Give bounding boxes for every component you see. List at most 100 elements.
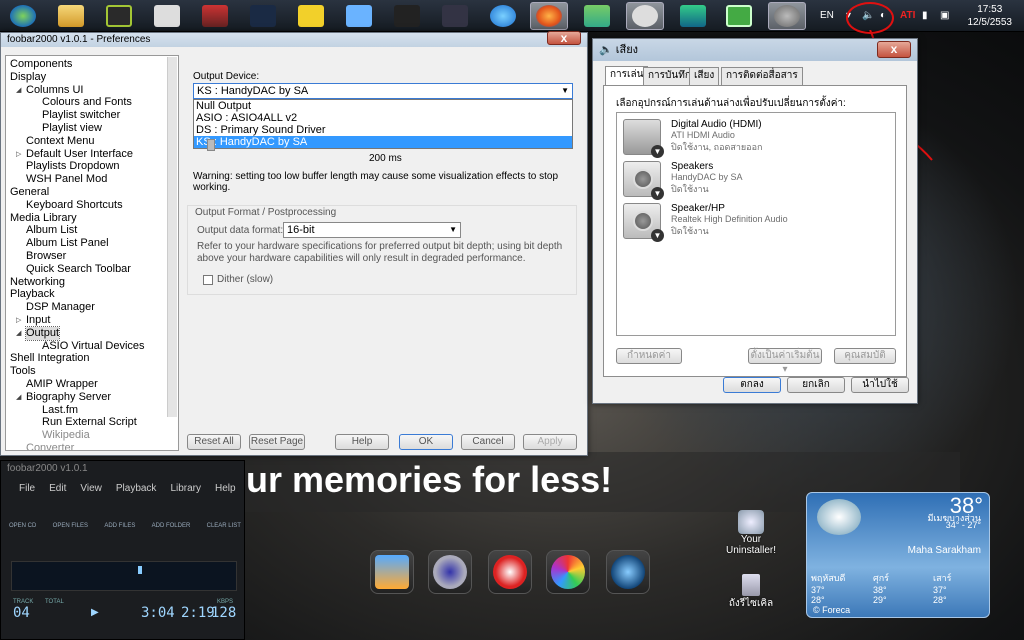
preferences-close-button[interactable]: x [547, 31, 581, 45]
dropdown-option[interactable]: ASIO : ASIO4ALL v2 [194, 112, 572, 124]
uninstaller-shortcut[interactable]: Your Uninstaller! [726, 510, 776, 556]
tree-item[interactable]: Keyboard Shortcuts [26, 199, 123, 212]
tree-item[interactable]: Converter [26, 442, 74, 450]
player-menu-item[interactable]: Playback [116, 481, 157, 497]
ati-icon[interactable]: ATI [900, 0, 915, 30]
player-menu-item[interactable]: View [80, 481, 102, 497]
format-select[interactable]: 16-bit ▼ [283, 222, 461, 238]
tree-item[interactable]: Context Menu [26, 135, 94, 148]
tree-item[interactable]: Quick Search Toolbar [26, 263, 131, 276]
expand-icon[interactable]: ◢ [16, 391, 21, 404]
weather-gadget[interactable]: 38° 34° - 27° มีเมฆบางส่วน Maha Sarakham… [806, 492, 990, 618]
help-button[interactable]: Help [335, 434, 389, 450]
tree-item[interactable]: WSH Panel Mod [26, 173, 107, 186]
game-icon[interactable] [100, 2, 138, 30]
yu-app-icon[interactable] [606, 550, 650, 594]
tab-recording[interactable]: การบันทึก [643, 67, 696, 85]
tree-item[interactable]: ASIO Virtual Devices [42, 340, 145, 353]
webcam-icon[interactable] [428, 550, 472, 594]
app-icon-1[interactable] [148, 2, 186, 30]
device-speaker-hp[interactable]: ▼ Speaker/HP Realtek High Definition Aud… [623, 201, 893, 242]
recycle-bin[interactable]: ถังรีไซเคิล [726, 574, 776, 611]
device-speakers[interactable]: ▼ Speakers HandyDAC by SA ปิดใช้งาน [623, 159, 893, 200]
tree-item[interactable]: Wikipedia [42, 429, 90, 442]
output-device-select[interactable]: KS : HandyDAC by SA ▼ [193, 83, 573, 99]
speaker-app-icon[interactable] [768, 2, 806, 30]
seek-marker[interactable] [138, 566, 142, 574]
internet-explorer-icon[interactable] [484, 2, 522, 30]
tree-item[interactable]: AMIP Wrapper [26, 378, 98, 391]
tree-item[interactable]: Last.fm [42, 404, 78, 417]
tree-item[interactable]: ◢ Output [16, 325, 61, 341]
player-menu-item[interactable]: Edit [49, 481, 66, 497]
tool-icon[interactable] [436, 2, 474, 30]
player-menu-item[interactable]: Library [170, 481, 201, 497]
tab-sounds[interactable]: เสียง [689, 67, 720, 85]
tree-scrollbar[interactable] [167, 57, 177, 417]
tree-item[interactable]: Components [10, 58, 72, 71]
player-toolbar-button[interactable]: CLEAR LIST [207, 523, 241, 529]
expand-icon[interactable]: ▷ [16, 314, 21, 327]
racing-game-icon[interactable] [196, 2, 234, 30]
battery-icon[interactable]: ▮ [922, 0, 928, 30]
tree-item[interactable]: Browser [26, 250, 66, 263]
tree-item[interactable]: ◢Tools [10, 365, 36, 378]
utorrent-icon[interactable] [720, 2, 758, 30]
tree-item[interactable]: Colours and Fonts [42, 96, 132, 109]
set-default-button[interactable]: ตั้งเป็นค่าเริ่มต้น ▾ [748, 348, 822, 375]
photo-app-icon[interactable] [370, 550, 414, 594]
tree-item[interactable]: ◢Media Library [10, 212, 77, 225]
dropdown-option[interactable]: DS : Primary Sound Driver [194, 124, 572, 136]
reset-page-button[interactable]: Reset Page [249, 434, 305, 450]
ferrari-icon[interactable] [292, 2, 330, 30]
picasa-icon[interactable] [546, 550, 590, 594]
expand-icon[interactable]: ▷ [16, 148, 21, 161]
dropdown-option[interactable]: Null Output [194, 100, 572, 112]
network-icon[interactable]: ▣ [940, 0, 949, 30]
tree-item[interactable]: ▷ Default User Interface [16, 148, 133, 161]
sound-cancel-button[interactable]: ยกเลิก [787, 377, 845, 393]
player-toolbar-button[interactable]: OPEN CD [9, 523, 36, 529]
configure-button[interactable]: กำหนดค่า [616, 348, 682, 364]
clock[interactable]: 17:53 12/5/2553 [968, 3, 1013, 29]
language-indicator[interactable]: EN [820, 0, 834, 30]
sound-ok-button[interactable]: ตกลง [723, 377, 781, 393]
expand-icon[interactable]: ◢ [16, 327, 21, 340]
tree-item[interactable]: Shell Integration [10, 352, 90, 365]
tree-item[interactable]: ◢ Columns UI [16, 84, 83, 97]
foobar-alien-icon[interactable] [626, 2, 664, 30]
expand-icon[interactable]: ◢ [16, 84, 21, 97]
tab-communications[interactable]: การติดต่อสื่อสาร [721, 67, 803, 85]
m3-game-icon[interactable] [388, 2, 426, 30]
download-icon[interactable] [674, 2, 712, 30]
starcraft-icon[interactable] [244, 2, 282, 30]
dropdown-option[interactable]: KS : HandyDAC by SA [194, 136, 572, 148]
nero-flame-icon[interactable] [488, 550, 532, 594]
firefox-icon[interactable] [530, 2, 568, 30]
tree-item[interactable]: Album List Panel [26, 237, 109, 250]
start-button[interactable] [4, 2, 42, 30]
buffer-slider-thumb[interactable] [207, 139, 215, 151]
tree-item[interactable]: Album List [26, 224, 77, 237]
sound-close-button[interactable]: x [877, 41, 911, 58]
cancel-button[interactable]: Cancel [461, 434, 515, 450]
player-menu-item[interactable]: File [19, 481, 35, 497]
apply-button[interactable]: Apply [523, 434, 577, 450]
sound-apply-button[interactable]: นำไปใช้ [851, 377, 909, 393]
messenger-icon[interactable] [578, 2, 616, 30]
properties-button[interactable]: คุณสมบัติ [834, 348, 896, 364]
tree-item[interactable]: ◢Display [10, 71, 46, 84]
reset-all-button[interactable]: Reset All [187, 434, 241, 450]
player-menu-item[interactable]: Help [215, 481, 236, 497]
dither-checkbox[interactable] [203, 275, 213, 285]
ok-button[interactable]: OK [399, 434, 453, 450]
output-device-dropdown[interactable]: Null Output ASIO : ASIO4ALL v2 DS : Primar… [193, 99, 573, 149]
tree-item[interactable]: ◢ Biography Server [16, 391, 111, 404]
tree-item[interactable]: ▷ Input [16, 314, 50, 327]
tab-playback[interactable]: การเล่น [605, 66, 649, 86]
player-toolbar-button[interactable]: ADD FILES [104, 523, 135, 529]
tree-item[interactable]: Playlists Dropdown [26, 160, 120, 173]
tree-item[interactable]: DSP Manager [26, 301, 95, 314]
tree-item[interactable]: Playlist view [42, 122, 102, 135]
player-toolbar-button[interactable]: OPEN FILES [53, 523, 88, 529]
